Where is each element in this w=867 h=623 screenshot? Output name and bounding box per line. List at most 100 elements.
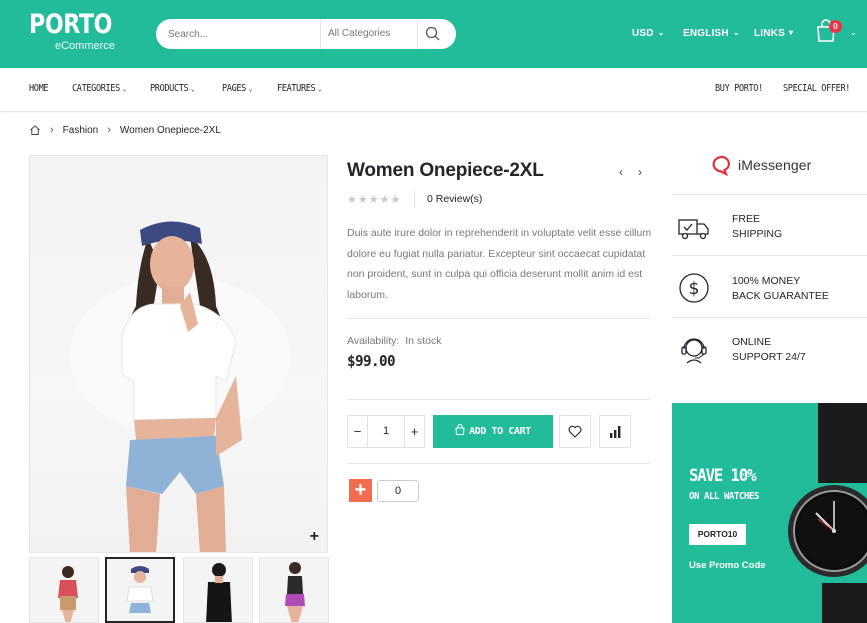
search-bar: All Categories (156, 19, 456, 49)
breadcrumb: › Fashion › Women Onepiece-2XL (29, 124, 221, 136)
logo-sub-text: eCommerce (55, 40, 115, 52)
logo-main-text: PORTO (29, 9, 112, 40)
chevron-down-icon: ⌄ (248, 85, 253, 93)
nav-item-features[interactable]: FEATURES ⌄ (277, 83, 322, 94)
nav-item-label: PRODUCTS (150, 83, 189, 94)
thumbnail-strip (29, 557, 329, 623)
dollar-icon: $ (679, 273, 709, 303)
search-input[interactable] (168, 19, 318, 49)
nav-item-special-offer[interactable]: SPECIAL OFFER! (783, 83, 850, 94)
quantity-stepper: − 1 + (347, 415, 425, 448)
thumbnail-image (285, 562, 305, 622)
promo-code-badge: PORTO10 (689, 524, 746, 545)
thumbnail-3[interactable] (183, 557, 253, 623)
feature-title: 100% MONEY (732, 275, 801, 287)
thumbnail-1[interactable] (29, 557, 99, 623)
bar-chart-icon (610, 425, 621, 438)
promo-banner[interactable]: SAVE 10% ON ALL WATCHES PORTO10 Use Prom… (672, 403, 867, 623)
caret-down-icon: ▾ (789, 28, 794, 37)
promo-use-text: Use Promo Code (689, 560, 766, 571)
chevron-right-icon: › (638, 165, 642, 179)
compare-button[interactable] (599, 415, 631, 448)
chevron-left-icon: ‹ (619, 165, 623, 179)
divider (672, 194, 867, 195)
cart-count-badge: 0 (829, 20, 842, 33)
add-to-cart-label: ADD TO CART (469, 426, 531, 437)
breadcrumb-current: Women Onepiece-2XL (119, 124, 221, 136)
home-icon[interactable] (29, 124, 41, 136)
divider (347, 399, 650, 400)
promo-subtitle: ON ALL WATCHES (689, 491, 759, 502)
top-header: PORTO eCommerce All Categories USD⌄ ENGL… (0, 0, 867, 68)
search-button[interactable] (424, 25, 444, 43)
feature-support: ONLINE SUPPORT 24/7 (672, 321, 867, 381)
promo-title: SAVE 10% (689, 466, 757, 486)
thumbnail-4[interactable] (259, 557, 329, 623)
breadcrumb-link-fashion[interactable]: Fashion (63, 125, 99, 136)
reviews-link[interactable]: 0 Review(s) (427, 193, 482, 205)
star-icon: ★ (379, 194, 391, 206)
links-menu[interactable]: LINKS ▾ (754, 28, 793, 39)
nav-item-label: PAGES (222, 83, 246, 94)
quantity-input[interactable]: 1 (368, 416, 404, 447)
availability-value: In stock (405, 335, 442, 347)
links-label: LINKS (754, 28, 785, 39)
product-main-image[interactable]: + (29, 155, 328, 553)
chevron-down-icon: ⌄ (657, 28, 665, 37)
chevron-down-icon: ⌄ (122, 85, 127, 93)
bag-icon (455, 424, 465, 435)
chevron-down-icon: ⌄ (732, 28, 740, 37)
currency-switcher[interactable]: USD ⌄ (632, 28, 665, 39)
chevron-down-icon: ⌄ (318, 85, 322, 93)
nav-item-label: BUY PORTO! (715, 83, 763, 94)
nav-item-label: HOME (29, 83, 49, 94)
nav-item-buy-porto[interactable]: BUY PORTO! (715, 83, 763, 94)
divider (347, 463, 650, 464)
support-icon (681, 338, 707, 364)
feature-subtitle: SHIPPING (732, 228, 783, 240)
quantity-decrease-button[interactable]: − (348, 416, 368, 447)
svg-text:$: $ (689, 279, 700, 299)
search-icon (425, 26, 440, 41)
share-plus-button[interactable]: + (349, 479, 372, 502)
search-category-select[interactable]: All Categories (328, 28, 390, 39)
language-label: ENGLISH (683, 28, 729, 39)
zoom-plus-icon[interactable]: + (310, 528, 319, 546)
quantity-increase-button[interactable]: + (404, 416, 424, 447)
logo[interactable]: PORTO eCommerce (29, 9, 130, 53)
nav-item-categories[interactable]: CATEGORIES ⌄ (72, 83, 126, 94)
divider (672, 317, 867, 318)
brand-logo[interactable]: iMessenger (712, 153, 811, 177)
previous-product-button[interactable]: ‹ (619, 165, 623, 179)
language-switcher[interactable]: ENGLISH ⌄ (683, 28, 740, 39)
divider (672, 255, 867, 256)
feature-subtitle: BACK GUARANTEE (732, 290, 829, 302)
star-icon: ★ (347, 194, 358, 206)
wishlist-button[interactable] (559, 415, 591, 448)
breadcrumb-separator: › (50, 124, 54, 136)
main-navigation: HOME CATEGORIES ⌄ PRODUCTS ⌄ PAGES ⌄ FEATUR… (0, 68, 867, 112)
star-icon: ★ (357, 194, 369, 206)
product-price: $99.00 (347, 352, 396, 370)
availability: Availability: In stock (347, 335, 441, 347)
next-product-button[interactable]: › (638, 165, 642, 179)
share-count: 0 (377, 480, 419, 502)
product-description: Duis aute irure dolor in reprehenderit i… (347, 227, 652, 301)
nav-item-products[interactable]: PRODUCTS ⌄ (150, 83, 195, 94)
nav-item-home[interactable]: HOME (29, 83, 49, 94)
brand-name: iMessenger (738, 157, 812, 173)
availability-label: Availability: (347, 335, 400, 347)
search-divider (417, 19, 418, 49)
nav-item-pages[interactable]: PAGES ⌄ (222, 83, 252, 94)
nav-item-label: CATEGORIES (72, 83, 120, 94)
star-icon: ★ (390, 194, 402, 206)
thumbnail-image (126, 566, 154, 613)
nav-item-label: SPECIAL OFFER! (783, 83, 851, 94)
chevron-down-icon[interactable]: ⌄ (850, 28, 857, 37)
currency-label: USD (632, 28, 654, 39)
watch-image (788, 403, 867, 623)
add-to-cart-button[interactable]: ADD TO CART (433, 415, 553, 448)
nav-item-label: FEATURES (277, 83, 316, 94)
thumbnail-2[interactable] (105, 557, 175, 623)
thumbnail-image (58, 566, 78, 622)
